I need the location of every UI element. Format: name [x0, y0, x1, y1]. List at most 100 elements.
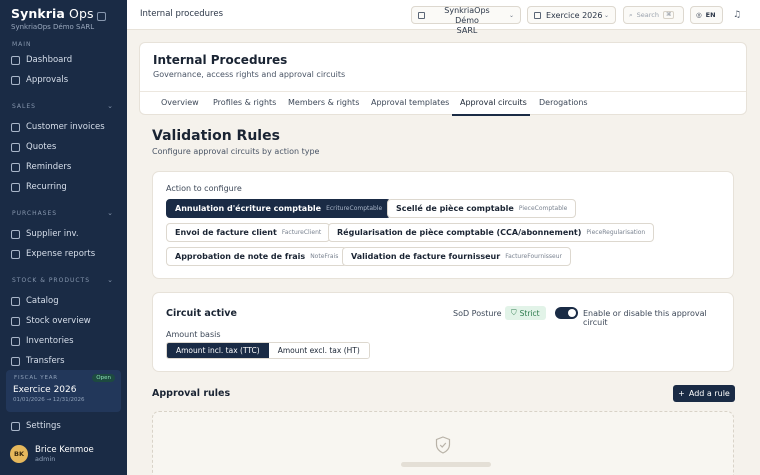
action-chip-ecriture-comptable[interactable]: Annulation d'écriture comptable Ecriture… [166, 199, 392, 218]
action-chip-facture-fournisseur[interactable]: Validation de facture fournisseur Factur… [342, 247, 571, 266]
fiscal-year-select[interactable]: Exercice 2026 ⌄ [527, 6, 616, 24]
section-purchases[interactable]: PURCHASES [12, 210, 57, 217]
tab-approval-circuits[interactable]: Approval circuits [460, 98, 527, 107]
tab-overview[interactable]: Overview [161, 98, 199, 107]
sidebar-item-expense-reports[interactable]: Expense reports [11, 246, 95, 262]
repeat-icon [11, 182, 20, 192]
bell-icon [11, 162, 20, 172]
organization-name: SynkriaOps Démo SARL [444, 6, 490, 35]
add-rule-button[interactable]: + Add a rule [673, 385, 735, 402]
sidebar-item-settings[interactable]: Settings [11, 418, 61, 434]
topbar: Internal procedures SynkriaOps Démo SARL… [127, 0, 760, 35]
tab-members-rights[interactable]: Members & rights [288, 98, 359, 107]
page-header-card: Internal Procedures Governance, access r… [139, 42, 747, 116]
sidebar: Synkria Ops SynkriaOps Démo SARL MAIN Da… [0, 0, 127, 475]
tabs: Overview Profiles & rights Members & rig… [140, 91, 746, 116]
page-subtitle: Governance, access rights and approval c… [153, 70, 346, 79]
brand: Synkria Ops SynkriaOps Démo SARL [11, 6, 94, 31]
chevron-down-icon[interactable]: ⌄ [107, 209, 113, 217]
plus-icon: + [678, 389, 685, 398]
chevron-down-icon: ⌄ [603, 11, 609, 19]
sod-badge: ⛉ Strict [505, 306, 546, 320]
fiscal-status-badge: Open [92, 374, 115, 382]
sidebar-item-approvals[interactable]: Approvals [11, 72, 68, 88]
approval-rules-title: Approval rules [152, 388, 231, 399]
dashboard-icon [11, 55, 20, 65]
sidebar-item-supplier-invoices[interactable]: Supplier inv. [11, 226, 79, 242]
action-chip-piece-comptable[interactable]: Scellé de pièce comptable PieceComptable [387, 199, 577, 218]
toggle-knob [568, 309, 576, 317]
inventory-icon [11, 336, 20, 346]
action-chip-facture-client[interactable]: Envoi de facture client FactureClient [166, 223, 331, 242]
organization-select[interactable]: SynkriaOps Démo SARL ⌄ [411, 6, 521, 35]
active-tab-indicator [452, 114, 530, 116]
circuit-card: Circuit active SoD Posture ⛉ Strict Enab… [152, 292, 734, 372]
sidebar-item-stock-overview[interactable]: Stock overview [11, 313, 91, 329]
fiscal-year-name: Exercice 2026 [13, 385, 77, 395]
section-subtitle: Configure approval circuits by action ty… [152, 147, 320, 156]
action-chip-note-frais[interactable]: Approbation de note de frais NoteFrais [166, 247, 348, 266]
globe-icon: ◎ [696, 11, 702, 19]
section-title: Validation Rules [152, 128, 280, 144]
user-role: admin [35, 455, 56, 463]
sidebar-item-dashboard[interactable]: Dashboard [11, 52, 72, 68]
avatar: BK [10, 445, 28, 463]
toggle-label: Enable or disable this approval circuit [583, 309, 707, 327]
tab-profiles-rights[interactable]: Profiles & rights [213, 98, 276, 107]
gear-icon [11, 421, 20, 431]
check-circle-icon [11, 75, 20, 85]
breadcrumb: Internal procedures [140, 9, 224, 19]
section-stock[interactable]: STOCK & PRODUCTS [12, 277, 90, 284]
transfer-icon [11, 356, 20, 366]
user-name: Brice Kenmoe [35, 445, 94, 455]
calendar-icon [534, 11, 541, 19]
tab-derogations[interactable]: Derogations [539, 98, 588, 107]
chevron-down-icon[interactable]: ⌄ [107, 276, 113, 284]
chevron-down-icon: ⌄ [508, 11, 514, 19]
sod-label: SoD Posture [453, 309, 502, 318]
catalog-icon [11, 296, 20, 306]
basis-option-ht[interactable]: Amount excl. tax (HT) [268, 343, 369, 358]
warehouse-icon [11, 316, 20, 326]
notifications-bell-icon[interactable]: ♫ [733, 10, 741, 20]
sidebar-item-catalog[interactable]: Catalog [11, 293, 59, 309]
sidebar-item-customer-invoices[interactable]: Customer invoices [11, 119, 105, 135]
sidebar-item-transfers[interactable]: Transfers [11, 353, 65, 369]
action-label: Action to configure [166, 184, 242, 193]
fiscal-year-label: FISCAL YEAR [14, 375, 58, 381]
circuit-toggle[interactable] [555, 307, 578, 319]
tab-approval-templates[interactable]: Approval templates [371, 98, 449, 107]
collapse-sidebar-icon[interactable] [97, 12, 106, 21]
sidebar-item-quotes[interactable]: Quotes [11, 139, 56, 155]
rules-empty-state [152, 411, 734, 475]
action-chip-piece-regularisation[interactable]: Régularisation de pièce comptable (CCA/a… [328, 223, 655, 242]
fiscal-year-range: 01/01/2026 → 12/31/2026 [13, 397, 85, 403]
supplier-invoice-icon [11, 229, 20, 239]
building-icon [418, 11, 425, 19]
circuit-title: Circuit active [166, 308, 237, 319]
chevron-down-icon[interactable]: ⌄ [107, 102, 113, 110]
search-input[interactable]: ⌕ Search ⌘ [623, 6, 684, 24]
receipt-icon [11, 249, 20, 259]
section-sales[interactable]: SALES [12, 103, 36, 110]
search-shortcut: ⌘ [662, 11, 675, 19]
sidebar-top-icons [97, 12, 106, 21]
sidebar-item-inventories[interactable]: Inventories [11, 333, 74, 349]
quote-icon [11, 142, 20, 152]
brand-subtitle: SynkriaOps Démo SARL [11, 23, 95, 31]
user-profile[interactable]: BK Brice Kenmoe admin [10, 445, 94, 463]
shield-icon [435, 436, 451, 454]
amount-basis-label: Amount basis [166, 330, 221, 339]
search-icon: ⌕ [629, 10, 633, 19]
brand-name: Synkria Ops [11, 6, 94, 21]
fiscal-year-card[interactable]: FISCAL YEAR Open Exercice 2026 01/01/202… [6, 370, 121, 412]
language-switcher[interactable]: ◎ EN [690, 6, 723, 24]
sidebar-item-recurring[interactable]: Recurring [11, 179, 67, 195]
page-title: Internal Procedures [153, 53, 288, 67]
shield-check-icon: ⛉ [511, 308, 517, 317]
basis-option-ttc[interactable]: Amount incl. tax (TTC) [167, 343, 269, 358]
action-select-card: Action to configure Annulation d'écritur… [152, 171, 734, 279]
invoice-icon [11, 122, 20, 132]
amount-basis-toggle: Amount incl. tax (TTC) Amount excl. tax … [166, 342, 370, 359]
sidebar-item-reminders[interactable]: Reminders [11, 159, 71, 175]
